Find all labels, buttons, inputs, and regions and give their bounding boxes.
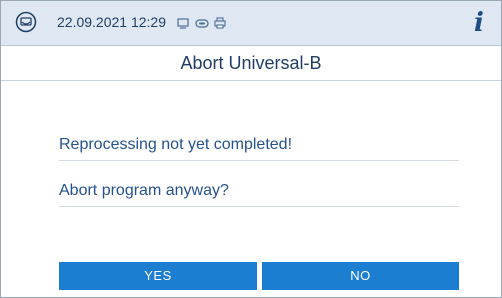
dialog-title-bar: Abort Universal-B <box>1 46 501 81</box>
link-icon <box>195 16 209 34</box>
monitor-icon <box>177 16 189 34</box>
printer-icon <box>214 16 226 34</box>
page-title: Abort Universal-B <box>180 53 322 73</box>
date-time-display: 22.09.2021 12:29 <box>57 14 166 30</box>
no-button[interactable]: NO <box>262 262 459 290</box>
warning-message: Reprocessing not yet completed! <box>59 130 459 161</box>
info-icon[interactable]: i <box>467 7 491 39</box>
yes-button[interactable]: YES <box>59 262 257 290</box>
confirm-question: Abort program anyway? <box>59 176 459 207</box>
device-tray-icon[interactable] <box>15 11 37 33</box>
app-window: 22.09.2021 12:29 i Abort Universal-B Rep… <box>0 0 502 298</box>
status-bar: 22.09.2021 12:29 i <box>1 1 501 46</box>
